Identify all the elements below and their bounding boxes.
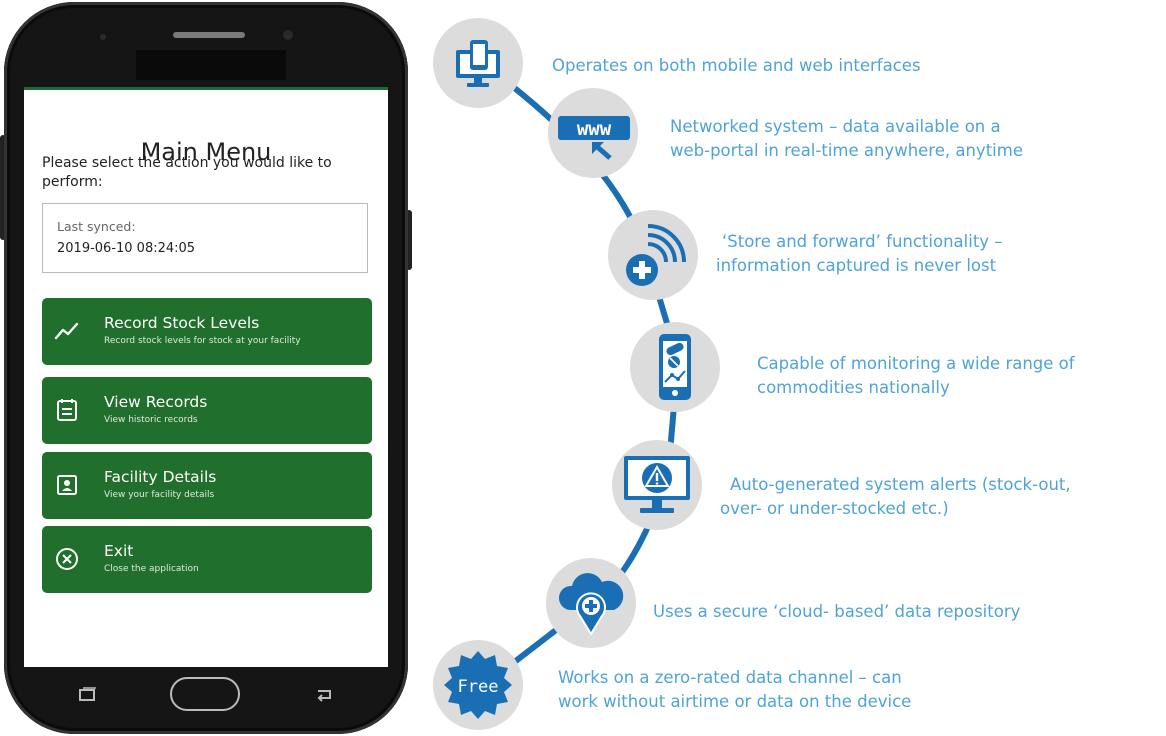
feature-icon-circle [433,18,523,108]
cloud-medical-icon [558,573,624,636]
feature-icon-circle [630,322,720,412]
feature-line: Auto-generated system alerts (stock-out, [730,475,1071,494]
feature-line: Operates on both mobile and web interfac… [552,56,921,75]
feature-text: ‘Store and forward’ functionality – info… [716,230,1003,278]
feature-line: ‘Store and forward’ functionality – [722,232,1003,251]
signal-medical-icon [626,224,686,286]
feature-text: Uses a secure ‘cloud- based’ data reposi… [653,600,1020,624]
feature-text: Auto-generated system alerts (stock-out,… [720,473,1071,521]
feature-line: Uses a secure ‘cloud- based’ data reposi… [653,602,1021,621]
feature-icon-circle [546,558,636,648]
monitor-alert-icon [624,456,690,513]
feature-text: Works on a zero-rated data channel – can… [558,666,911,714]
feature-icon-circle [612,440,702,530]
feature-icon-circle [608,210,698,300]
feature-line: information captured is never lost [716,256,997,275]
free-badge-icon: Free [444,651,512,719]
feature-icon-circle: Free [433,640,523,730]
www-label: www [577,118,612,140]
www-cursor-icon: www [558,116,630,160]
feature-icon-circle: www [548,88,638,178]
feature-line: web-portal in real-time anywhere, anytim… [670,141,1023,160]
feature-line: Networked system – data available on a [670,117,1001,136]
free-badge-label: Free [458,677,499,697]
feature-line: Works on a zero-rated data channel – can [558,668,902,687]
feature-line: over- or under-stocked etc.) [720,499,949,518]
feature-line: work without airtime or data on the devi… [558,692,912,711]
feature-text: Operates on both mobile and web interfac… [552,54,921,78]
feature-line: Capable of monitoring a wide range of [757,354,1075,373]
phone-pills-icon [659,334,691,400]
feature-text: Networked system – data available on a w… [670,115,1023,163]
mobile-desktop-icon [456,40,500,87]
feature-text: Capable of monitoring a wide range of co… [757,352,1075,400]
feature-line: commodities nationally [757,378,950,397]
